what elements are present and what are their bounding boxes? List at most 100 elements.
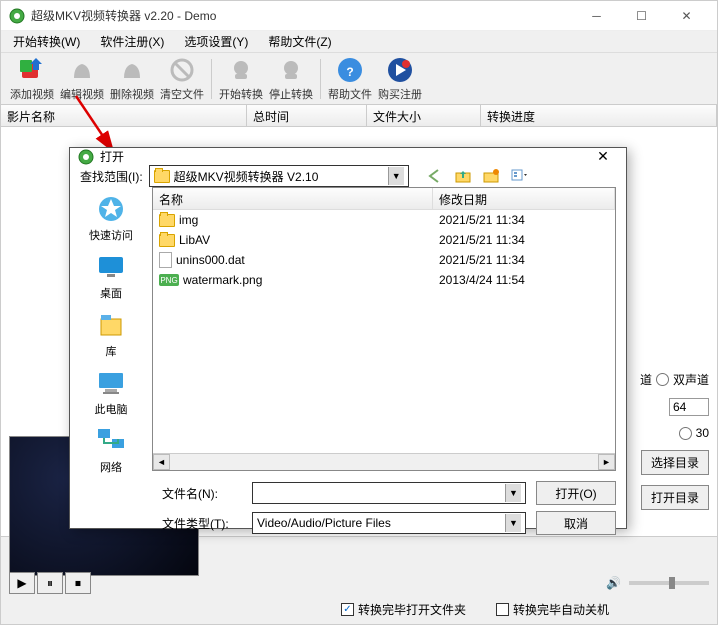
scroll-left-icon[interactable]: ◄	[153, 454, 170, 470]
col-name[interactable]: 影片名称	[1, 105, 247, 126]
bottom-panel: ▶ ⏸ ⏹ 🔊 ✓转换完毕打开文件夹 转换完毕自动关机	[1, 536, 717, 624]
folder-icon	[159, 234, 175, 247]
file-name: unins000.dat	[176, 253, 245, 267]
scroll-right-icon[interactable]: ►	[598, 454, 615, 470]
filename-input[interactable]: ▼	[252, 482, 526, 504]
file-date: 2021/5/21 11:34	[433, 233, 615, 247]
place-network[interactable]: 网络	[95, 425, 127, 475]
col-time[interactable]: 总时间	[247, 105, 367, 126]
dialog-title: 打开	[100, 148, 588, 165]
open-folder-after-checkbox[interactable]: ✓转换完毕打开文件夹	[341, 601, 466, 618]
begin-convert-icon	[227, 56, 255, 84]
lookin-label: 查找范围(I):	[80, 168, 143, 185]
delete-video-button[interactable]: 删除视频	[107, 54, 157, 104]
horizontal-scrollbar[interactable]: ◄ ►	[153, 453, 615, 470]
chevron-down-icon: ▼	[388, 167, 404, 185]
svg-text:?: ?	[346, 65, 353, 79]
file-list-header: 影片名称 总时间 文件大小 转换进度	[1, 105, 717, 127]
new-folder-icon[interactable]	[481, 166, 501, 186]
stereo-radio[interactable]	[656, 373, 669, 386]
place-this-pc[interactable]: 此电脑	[95, 367, 128, 417]
dialog-cancel-button[interactable]: 取消	[536, 511, 616, 535]
file-row[interactable]: img2021/5/21 11:34	[153, 210, 615, 230]
stop-convert-icon	[277, 56, 305, 84]
stop-play-button[interactable]: ⏹	[65, 572, 91, 594]
filecol-date[interactable]: 修改日期	[433, 188, 615, 209]
lookin-combo[interactable]: 超级MKV视频转换器 V2.10 ▼	[149, 165, 409, 187]
back-icon[interactable]	[425, 166, 445, 186]
file-name: watermark.png	[183, 273, 262, 287]
menu-register[interactable]: 软件注册(X)	[92, 31, 172, 52]
place-quick-access[interactable]: 快速访问	[89, 193, 133, 243]
filetype-label: 文件类型(T):	[162, 515, 242, 532]
folder-icon	[159, 214, 175, 227]
file-icon	[159, 252, 172, 268]
quick-access-icon	[95, 193, 127, 225]
file-row[interactable]: unins000.dat 2021/5/21 11:34	[153, 250, 615, 270]
delete-video-icon	[118, 56, 146, 84]
right-settings-panel: 道 双声道 30 选择目录 打开目录	[619, 371, 709, 520]
buy-register-button[interactable]: 购买注册	[375, 54, 425, 104]
file-date: 2021/5/21 11:34	[433, 253, 615, 267]
filetype-combo[interactable]: Video/Audio/Picture Files▼	[252, 512, 526, 534]
file-date: 2021/5/21 11:34	[433, 213, 615, 227]
chevron-down-icon: ▼	[505, 514, 521, 532]
app-icon	[9, 8, 25, 24]
bitrate-input[interactable]	[669, 398, 709, 416]
clear-files-icon	[168, 56, 196, 84]
pause-button[interactable]: ⏸	[37, 572, 63, 594]
png-icon: PNG	[159, 274, 179, 286]
places-bar: 快速访问 桌面 库 此电脑 网络	[70, 187, 152, 475]
main-titlebar: 超级MKV视频转换器 v2.20 - Demo ─ ☐ ✕	[1, 1, 717, 31]
library-icon	[95, 309, 127, 341]
edit-video-button[interactable]: 编辑视频	[57, 54, 107, 104]
menu-options[interactable]: 选项设置(Y)	[176, 31, 256, 52]
file-name: LibAV	[179, 233, 210, 247]
help-file-button[interactable]: ? 帮助文件	[325, 54, 375, 104]
col-progress[interactable]: 转换进度	[481, 105, 717, 126]
window-title: 超级MKV视频转换器 v2.20 - Demo	[31, 7, 574, 24]
edit-video-icon	[68, 56, 96, 84]
file-row[interactable]: PNG watermark.png 2013/4/24 11:54	[153, 270, 615, 290]
file-date: 2013/4/24 11:54	[433, 273, 615, 287]
filecol-name[interactable]: 名称	[153, 188, 433, 209]
dialog-icon	[78, 149, 94, 165]
minimize-button[interactable]: ─	[574, 2, 619, 30]
volume-slider[interactable]	[629, 581, 709, 585]
dialog-close-button[interactable]: ✕	[588, 148, 618, 165]
play-button[interactable]: ▶	[9, 572, 35, 594]
add-video-label: 添加视频	[10, 86, 54, 102]
place-library[interactable]: 库	[95, 309, 127, 359]
desktop-icon	[95, 251, 127, 283]
open-dir-button[interactable]: 打开目录	[641, 485, 709, 510]
menubar: 开始转换(W) 软件注册(X) 选项设置(Y) 帮助文件(Z)	[1, 31, 717, 53]
folder-icon	[154, 170, 170, 183]
fps-radio[interactable]	[679, 427, 692, 440]
network-icon	[95, 425, 127, 457]
menu-help[interactable]: 帮助文件(Z)	[260, 31, 339, 52]
file-browser: 名称 修改日期 img2021/5/21 11:34 LibAV 2021/5/21…	[152, 187, 616, 471]
col-size[interactable]: 文件大小	[367, 105, 481, 126]
clear-files-button[interactable]: 清空文件	[157, 54, 207, 104]
filename-label: 文件名(N):	[162, 485, 242, 502]
help-icon: ?	[336, 56, 364, 84]
file-list[interactable]: img2021/5/21 11:34LibAV2021/5/21 11:34un…	[153, 210, 615, 453]
shutdown-after-checkbox[interactable]: 转换完毕自动关机	[496, 601, 609, 618]
chevron-down-icon: ▼	[505, 484, 521, 502]
select-dir-button[interactable]: 选择目录	[641, 450, 709, 475]
maximize-button[interactable]: ☐	[619, 2, 664, 30]
stop-convert-button[interactable]: 停止转换	[266, 54, 316, 104]
view-menu-icon[interactable]	[509, 166, 529, 186]
place-desktop[interactable]: 桌面	[95, 251, 127, 301]
add-video-button[interactable]: 添加视频	[7, 54, 57, 104]
toolbar: 添加视频 编辑视频 删除视频 清空文件 开始转换 停止转换 ? 帮助文件	[1, 53, 717, 105]
file-row[interactable]: LibAV 2021/5/21 11:34	[153, 230, 615, 250]
pc-icon	[95, 367, 127, 399]
up-folder-icon[interactable]	[453, 166, 473, 186]
open-file-dialog: 打开 ✕ 查找范围(I): 超级MKV视频转换器 V2.10 ▼ 快速访问 桌面	[69, 147, 627, 529]
buy-icon	[386, 56, 414, 84]
close-button[interactable]: ✕	[664, 2, 709, 30]
dialog-open-button[interactable]: 打开(O)	[536, 481, 616, 505]
menu-start[interactable]: 开始转换(W)	[5, 31, 88, 52]
begin-convert-button[interactable]: 开始转换	[216, 54, 266, 104]
